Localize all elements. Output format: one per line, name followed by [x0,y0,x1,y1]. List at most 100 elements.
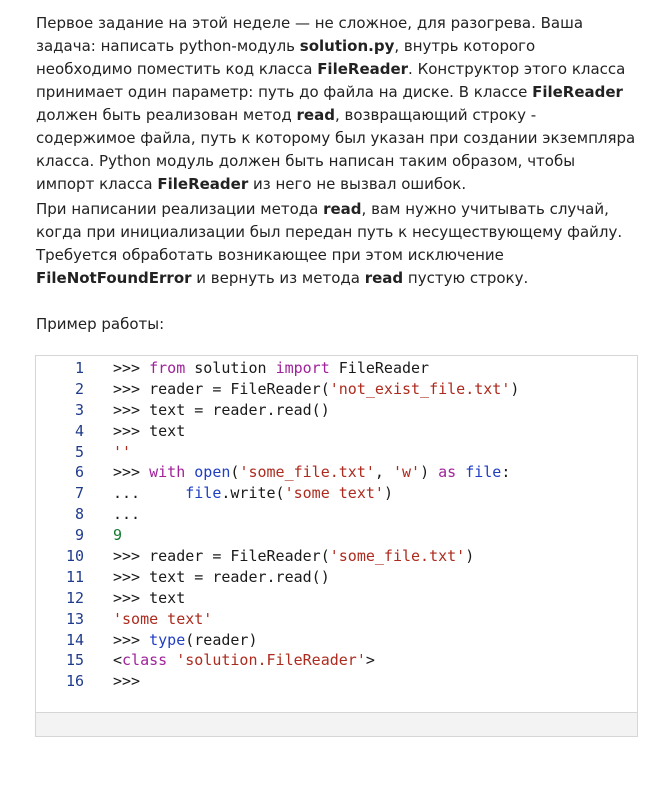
code-token: ... [113,484,186,503]
code-token: >>> [113,630,150,649]
method-name: read [364,269,404,287]
text-segment: пустую строку. [403,269,529,287]
code-text: <class 'solution.FileReader'> [113,650,375,671]
line-number: 10 [65,547,84,566]
line-number: 6 [74,463,84,482]
method-name: read [296,106,335,124]
class-name: FileReader [157,175,249,193]
code-lines: 1 >>> from solution import FileReader 2 >>>… [36,356,637,690]
line-number: 13 [65,609,84,628]
text-segment: из него не вызвал ошибок. [248,175,467,193]
code-token: ) [510,379,520,398]
code-line: 99 [36,523,637,544]
line-number: 11 [65,567,84,586]
code-line: 11 >>> text = reader.read() [36,565,637,586]
module-name: solution.py [299,37,395,55]
code-token: solution [185,359,276,377]
code-text: >>> text = reader.read() [113,400,330,421]
example-heading: Пример работы: [36,315,165,333]
line-number: 12 [65,588,84,607]
code-token: import [275,359,330,377]
code-token: 'some_file.txt' [329,547,466,566]
line-number: 5 [74,442,84,461]
code-text: '' [113,442,131,463]
code-line: 2 >>> reader = FileReader('not_exist_file… [36,377,637,398]
code-text: ... file.write('some text') [113,483,393,504]
code-token: with [149,463,186,482]
code-text: >>> with open('some_file.txt', 'w') as f… [113,462,510,483]
class-name: FileReader [532,83,623,101]
code-line: 1 >>> from solution import FileReader [36,356,637,377]
code-token: >>> text [113,588,186,607]
code-line: 6 >>> with open('some_file.txt', 'w') as … [36,460,637,481]
code-text: >>> text [113,588,185,609]
code-text: ... [113,504,140,525]
line-number: 1 [74,359,84,377]
code-line: 4 >>> text [36,419,637,440]
code-token: < [113,651,123,670]
code-token: > [365,651,375,670]
code-token: as [438,463,457,482]
code-line: 16 >>> [36,669,637,690]
code-text: >>> from solution import FileReader [113,358,429,379]
code-text: >>> text [113,421,185,442]
code-token: >>> [113,672,141,691]
code-line: 13 'some text' [36,607,637,628]
text-segment: и вернуть из метода [191,269,365,287]
code-line: 5 '' [36,440,637,461]
code-token: ) [465,547,475,566]
code-token: FileReader [329,359,430,377]
code-token: 'some_file.txt' [239,463,375,482]
code-token: 'not_exist_file.txt' [329,379,511,398]
code-token: from [149,359,186,377]
code-token: 'solution.FileReader' [176,651,366,670]
line-number: 16 [65,672,84,691]
line-number: 4 [74,421,84,440]
code-text: >>> text = reader.read() [113,567,330,588]
code-token: 9 [113,526,123,545]
code-token: >>> text [113,421,186,440]
code-line: 8... [36,502,637,523]
code-token: 'w' [392,463,421,482]
code-line: 14 >>> type(reader) [36,628,637,649]
line-number: 9 [74,526,84,545]
text-segment: должен быть реализован метод [36,106,297,124]
code-token: >>> reader = FileReader( [113,547,330,566]
code-line: 12 >>> text [36,586,637,607]
code-token: : [501,463,511,482]
code-line: 3 >>> text = reader.read() [36,398,637,419]
code-example-block[interactable]: 1 >>> from solution import FileReader 2 >>>… [35,355,638,737]
code-token: class [122,651,168,670]
text-segment: При написании реализации метода [36,200,324,218]
line-number: 15 [65,651,84,670]
line-number: 8 [74,505,84,524]
code-token: file [465,463,502,482]
code-token: open [194,463,231,482]
code-token: >>> text = reader.read() [113,400,330,419]
code-token: .write( [221,484,285,503]
code-line: 7 ... file.write('some text') [36,481,637,502]
line-number: 7 [74,484,84,503]
code-token: '' [113,442,132,461]
task-description-paragraph: Первое задание на этой неделе — не сложн… [36,12,636,196]
code-text: >>> [113,671,140,692]
code-token: file [185,484,222,503]
code-token: 'some text' [284,484,384,503]
method-name: read [323,200,362,218]
code-text: >>> type(reader) [113,630,258,651]
code-token: (reader) [185,630,258,649]
line-number: 2 [74,379,84,398]
code-token: >>> [113,463,150,482]
code-token: , [374,463,393,482]
exception-name: FileNotFoundError [36,269,192,287]
code-token: type [149,630,186,649]
code-token: ... [113,505,141,524]
code-line: 15 <class 'solution.FileReader'> [36,648,637,669]
line-number: 3 [74,400,84,419]
code-text: >>> reader = FileReader('some_file.txt') [113,546,474,567]
code-token: >>> text = reader.read() [113,567,330,586]
code-text: 9 [113,525,122,546]
